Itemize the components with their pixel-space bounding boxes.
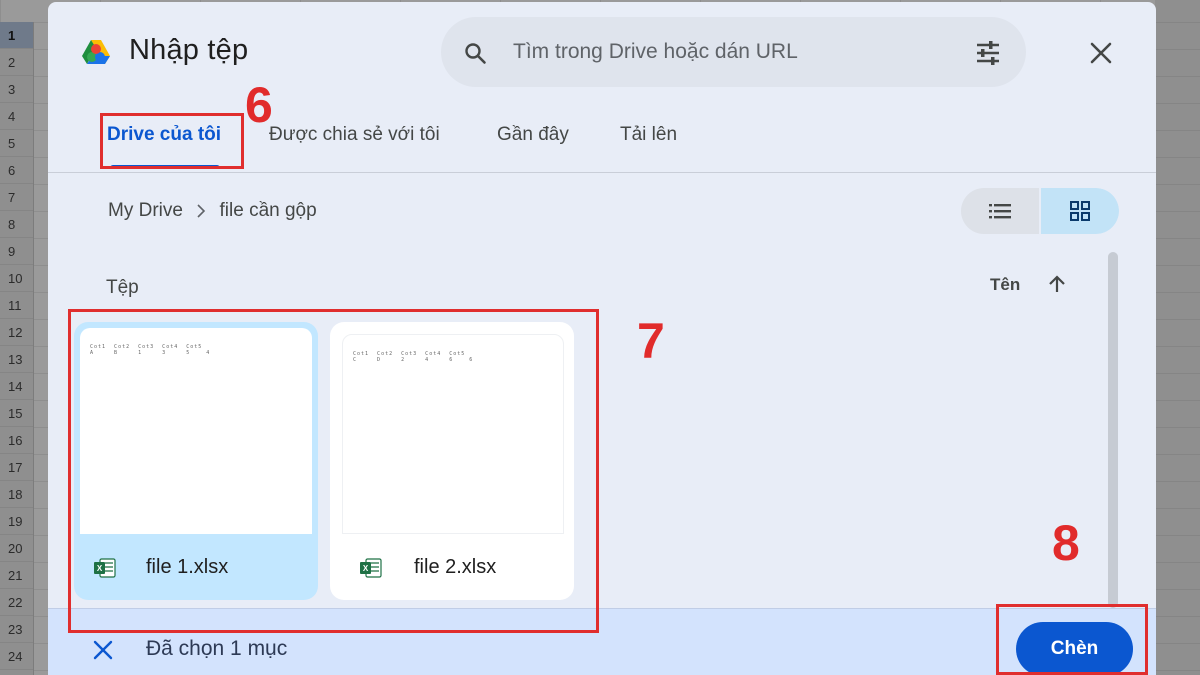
clear-selection-icon[interactable]: [92, 639, 114, 661]
close-dialog-icon[interactable]: [1088, 40, 1114, 66]
row-header: 21: [0, 562, 33, 589]
row-header: 13: [0, 346, 33, 373]
files-section-label: Tệp: [106, 277, 139, 298]
row-header: 19: [0, 508, 33, 535]
row-header: 4: [0, 103, 33, 130]
row-header: 5: [0, 130, 33, 157]
row-header: 15: [0, 400, 33, 427]
annotation-number-6: 6: [245, 77, 273, 133]
row-header: 1: [0, 22, 33, 49]
drive-search-box[interactable]: [441, 17, 1026, 87]
row-header: 22: [0, 589, 33, 616]
dialog-title: Nhập tệp: [129, 34, 249, 66]
annotation-box-my-drive-tab: [100, 113, 244, 169]
annotation-number-7: 7: [637, 313, 665, 369]
grid-view-icon: [1070, 201, 1090, 221]
tab-shared-with-me[interactable]: Được chia sẻ với tôi: [269, 124, 440, 146]
search-options-icon[interactable]: [975, 40, 1001, 66]
arrow-up-icon[interactable]: [1046, 273, 1068, 295]
google-drive-logo-icon: [82, 40, 110, 64]
row-header: 11: [0, 292, 33, 319]
sort-by-name-label[interactable]: Tên: [990, 275, 1020, 295]
row-header: 2: [0, 49, 33, 76]
tab-upload[interactable]: Tải lên: [620, 124, 677, 146]
row-header: 23: [0, 616, 33, 643]
row-header: 24: [0, 643, 33, 670]
list-view-button[interactable]: [961, 188, 1039, 234]
breadcrumb-my-drive[interactable]: My Drive: [108, 200, 183, 221]
row-headers: 1 2 3 4 5 6 7 8 9 10 11 12 13 14 15 16 17 18 19 20 21 22 23 24: [0, 22, 34, 675]
chevron-right-icon: [197, 204, 206, 218]
row-header: 12: [0, 319, 33, 346]
search-input[interactable]: [513, 36, 953, 68]
search-icon[interactable]: [463, 41, 487, 65]
scrollbar[interactable]: [1108, 252, 1118, 608]
breadcrumb-current-folder: file cần gộp: [219, 200, 317, 221]
row-header: 9: [0, 238, 33, 265]
list-view-icon: [989, 204, 1011, 219]
row-header: 20: [0, 535, 33, 562]
row-header: 16: [0, 427, 33, 454]
row-header: 14: [0, 373, 33, 400]
row-header: 6: [0, 157, 33, 184]
selection-count-text: Đã chọn 1 mục: [146, 637, 288, 660]
row-header: 17: [0, 454, 33, 481]
row-header: 7: [0, 184, 33, 211]
row-header: 10: [0, 265, 33, 292]
breadcrumb: My Drive file cần gộp: [108, 200, 317, 222]
row-header: 8: [0, 211, 33, 238]
row-header: 3: [0, 76, 33, 103]
dialog-header: Nhập tệp: [48, 2, 1156, 102]
annotation-box-insert-button: [996, 604, 1148, 675]
spreadsheet-right-edge: [1155, 0, 1200, 675]
annotation-number-8: 8: [1052, 515, 1080, 571]
grid-view-button[interactable]: [1041, 188, 1119, 234]
tabs-divider: [48, 172, 1156, 173]
view-mode-toggle: [961, 188, 1119, 234]
tab-recent[interactable]: Gần đây: [497, 124, 569, 146]
annotation-box-files: [68, 309, 599, 633]
row-header: 18: [0, 481, 33, 508]
